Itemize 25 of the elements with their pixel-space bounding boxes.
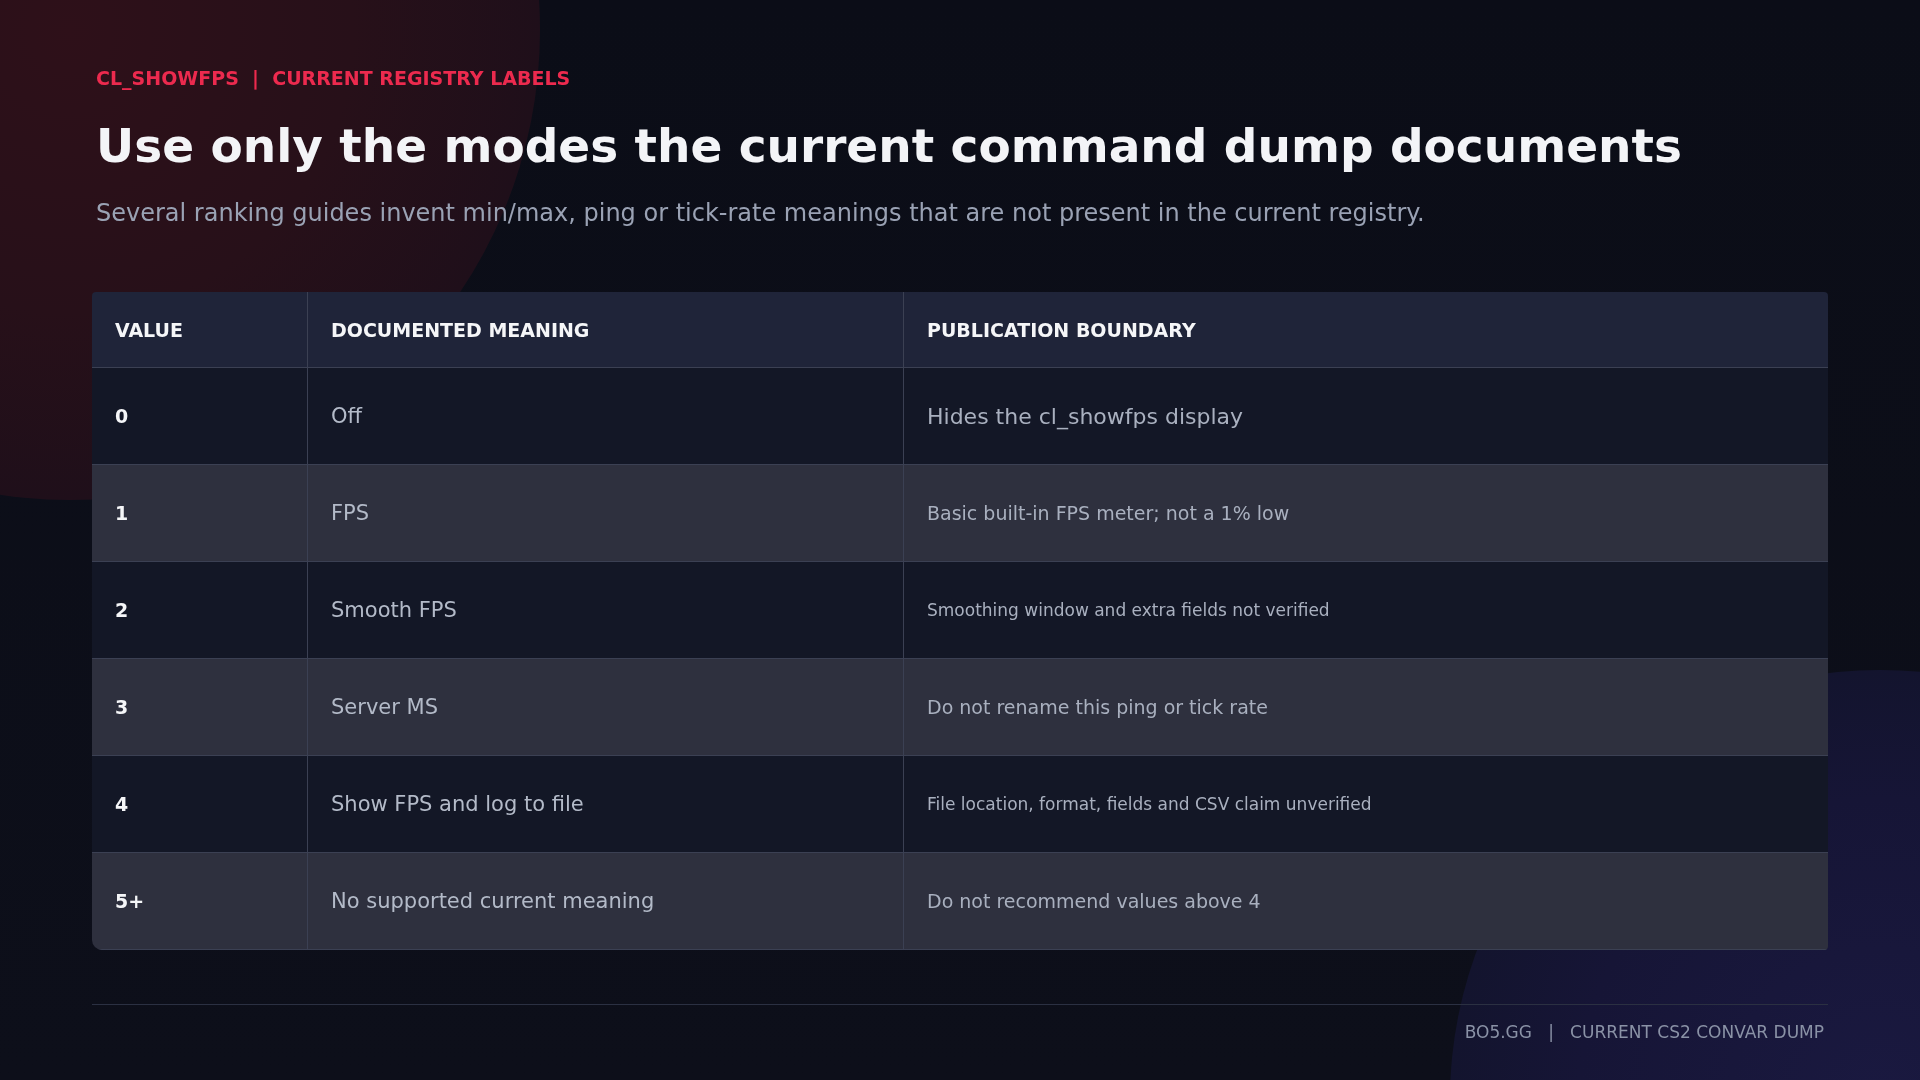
table-cell: Hides the cl_showfps display: [904, 368, 1828, 465]
table-cell: File location, format, fields and CSV claim unverified: [904, 756, 1828, 853]
table-cell: 4: [92, 756, 308, 853]
table-cell: Server MS: [308, 659, 904, 756]
table-cell: FPS: [308, 465, 904, 562]
column-header: VALUE: [92, 292, 308, 368]
table-cell: No supported current meaning: [308, 853, 904, 950]
table-cell: 0: [92, 368, 308, 465]
table-cell: Show FPS and log to file: [308, 756, 904, 853]
table-cell: Basic built-in FPS meter; not a 1% low: [904, 465, 1828, 562]
table-cell: 5+: [92, 853, 308, 950]
slide-title: Use only the modes the current command dump documents: [95, 117, 1682, 175]
table-cell: 1: [92, 465, 308, 562]
eyebrow-label: CL_SHOWFPS | CURRENT REGISTRY LABELS: [95, 66, 571, 92]
column-header: PUBLICATION BOUNDARY: [904, 292, 1828, 368]
table-cell: Off: [308, 368, 904, 465]
footer-text: BO5.GG | CURRENT CS2 CONVAR DUMP: [1464, 1021, 1824, 1044]
table-cell: 2: [92, 562, 308, 659]
slide-subtitle: Several ranking guides invent min/max, ping or tick-rate meanings that are not present in the current registry.: [95, 198, 1425, 229]
table-cell: 3: [92, 659, 308, 756]
column-header: DOCUMENTED MEANING: [308, 292, 904, 368]
table-cell: Smooth FPS: [308, 562, 904, 659]
table-cell: Do not recommend values above 4: [904, 853, 1828, 950]
table-cell: Smoothing window and extra fields not verified: [904, 562, 1828, 659]
table-cell: Do not rename this ping or tick rate: [904, 659, 1828, 756]
